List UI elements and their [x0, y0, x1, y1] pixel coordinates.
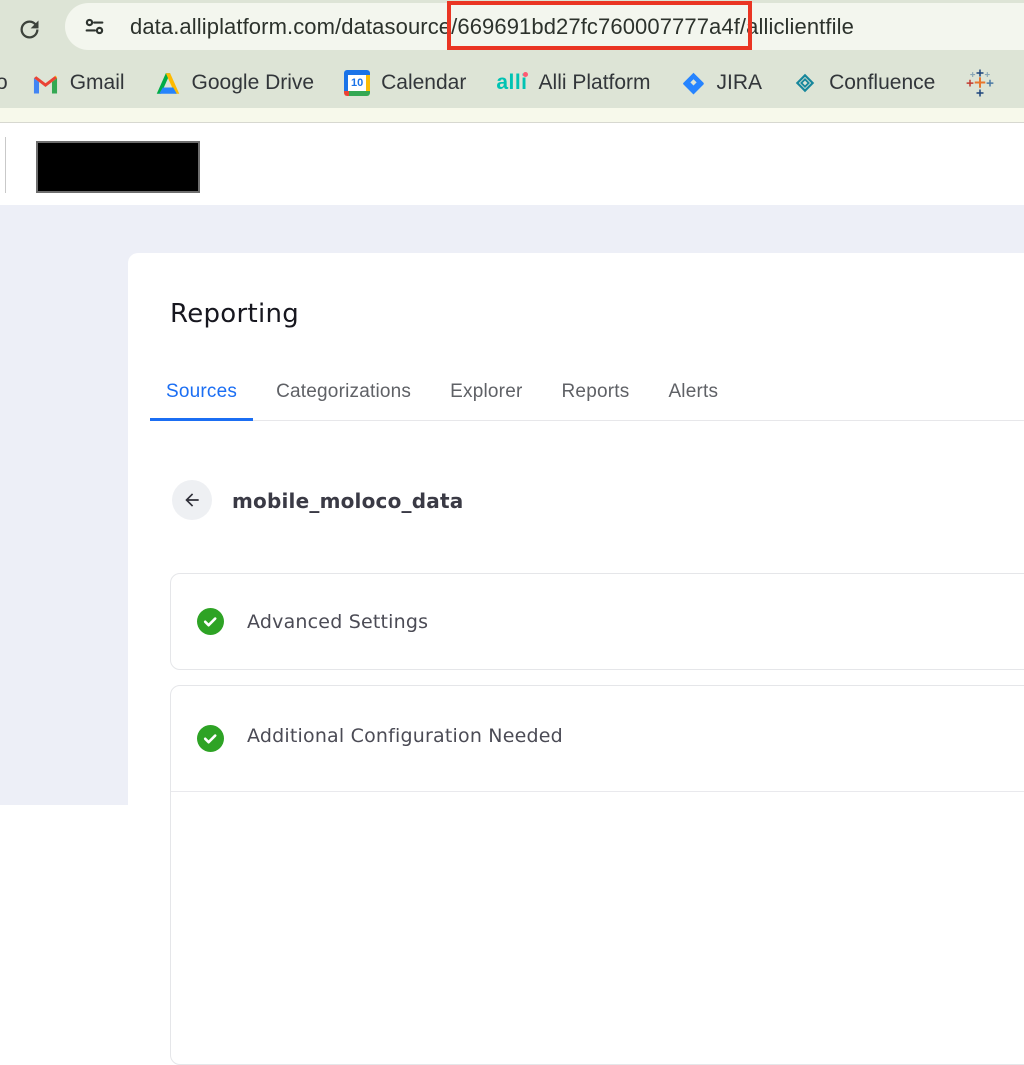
- section-label: Advanced Settings: [247, 610, 429, 633]
- tab-bar: Sources Categorizations Explorer Reports…: [150, 366, 1024, 421]
- header-edge-divider: [5, 137, 6, 193]
- reload-icon: [20, 19, 38, 38]
- tab-explorer[interactable]: Explorer: [434, 366, 538, 420]
- bookmarks-bar-lower-strip: [0, 108, 1024, 123]
- section-inner-divider: [171, 791, 1024, 792]
- source-name: mobile_moloco_data: [232, 489, 464, 513]
- confluence-icon: [795, 73, 815, 93]
- browser-toolbar: data.alliplatform.com/datasource/669691b…: [0, 0, 1024, 58]
- url-highlighted-id: /669691bd27fc760007777a4f/: [447, 0, 753, 50]
- url-text[interactable]: data.alliplatform.com/datasource/669691b…: [130, 0, 854, 50]
- bookmark-jira[interactable]: JIRA: [681, 71, 762, 96]
- arrow-left-icon: [185, 493, 199, 507]
- site-header: e: [0, 124, 1024, 205]
- address-bar[interactable]: data.alliplatform.com/datasource/669691b…: [65, 0, 1024, 50]
- bookmark-tableau-partial[interactable]: [965, 68, 995, 98]
- google-drive-icon: [156, 72, 179, 94]
- url-prefix: data.alliplatform.com/datasource: [130, 13, 452, 39]
- check-circle-icon: [197, 725, 224, 752]
- jira-icon: [682, 72, 704, 94]
- bookmark-confluence[interactable]: Confluence: [792, 70, 935, 96]
- tableau-icon: [966, 69, 994, 97]
- alli-logo-icon: alli: [496, 71, 528, 94]
- bookmark-gmail[interactable]: Gmail: [32, 71, 125, 95]
- reload-button[interactable]: [12, 12, 46, 46]
- tab-sources[interactable]: Sources: [150, 366, 254, 421]
- tab-alerts[interactable]: Alerts: [652, 366, 734, 420]
- bookmark-partial-left[interactable]: o: [0, 71, 8, 95]
- calendar-day-number: 10: [350, 77, 364, 89]
- site-settings-icon[interactable]: [82, 14, 107, 39]
- tab-categorizations[interactable]: Categorizations: [260, 366, 427, 420]
- back-button[interactable]: [172, 480, 212, 520]
- section-advanced-settings[interactable]: Advanced Settings: [170, 573, 1024, 670]
- reporting-panel: Reporting Sources Categorizations Explor…: [128, 253, 1024, 1065]
- section-label: Additional Configuration Needed: [247, 725, 563, 747]
- calendar-icon: 10: [344, 70, 371, 96]
- tab-reports[interactable]: Reports: [546, 366, 646, 420]
- check-circle-icon: [197, 608, 224, 635]
- bookmark-alli-platform[interactable]: alli Alli Platform: [496, 71, 650, 95]
- section-additional-configuration[interactable]: Additional Configuration Needed: [170, 685, 1024, 1065]
- gmail-icon: [33, 75, 57, 94]
- bookmark-calendar[interactable]: 10 Calendar: [344, 70, 466, 96]
- bookmark-google-drive[interactable]: Google Drive: [155, 71, 314, 95]
- redacted-logo-box: [36, 141, 200, 193]
- page-title: Reporting: [170, 299, 300, 329]
- bookmarks-bar: o Gmail Google Drive 10 Calendar alli Al…: [0, 58, 1024, 108]
- url-suffix: alliclientfile: [746, 13, 854, 39]
